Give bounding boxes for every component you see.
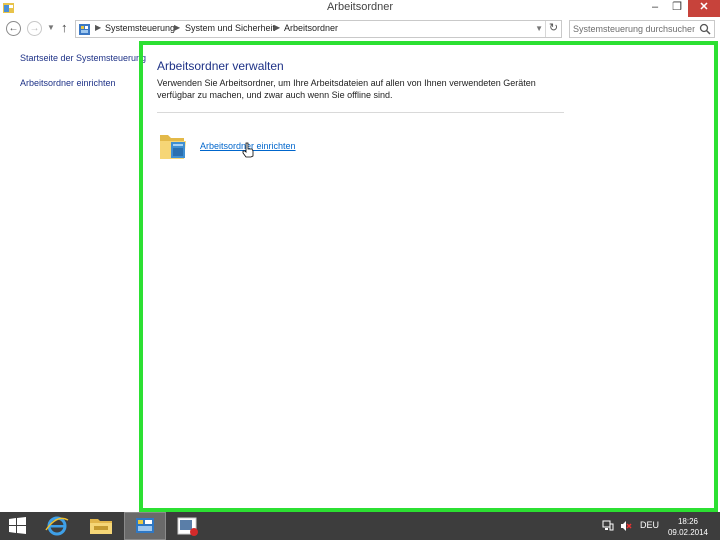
breadcrumb-separator[interactable]: ▶ xyxy=(174,23,180,32)
page-title: Arbeitsordner verwalten xyxy=(157,59,284,73)
input-language-indicator[interactable]: DEU xyxy=(640,520,659,530)
taskbar-control-panel[interactable] xyxy=(124,512,166,540)
control-panel-icon xyxy=(136,518,154,533)
window-title: Arbeitsordner xyxy=(326,1,394,13)
sidebar-item-startseite[interactable]: Startseite der Systemsteuerung xyxy=(20,53,146,63)
start-icon xyxy=(9,517,26,534)
network-icon[interactable] xyxy=(602,520,614,532)
up-button[interactable]: ↑ xyxy=(61,20,68,35)
control-panel-icon xyxy=(79,24,90,35)
title-bar: Arbeitsordner – ❐ ✕ xyxy=(0,0,720,17)
taskbar-recorder[interactable] xyxy=(168,512,208,540)
breadcrumb-separator[interactable]: ▶ xyxy=(274,23,280,32)
start-button[interactable] xyxy=(0,512,36,540)
hand-cursor-icon xyxy=(242,142,254,158)
navigation-bar: ← → ▼ ↑ ▶ Systemsteuerung ▶ System und S… xyxy=(0,18,720,40)
chevron-down-icon: ▼ xyxy=(47,23,55,32)
search-box[interactable] xyxy=(569,20,715,38)
divider xyxy=(157,112,564,113)
clock[interactable]: 18:26 09.02.2014 xyxy=(666,516,710,538)
main-content: Arbeitsordner verwalten Verwenden Sie Ar… xyxy=(139,41,718,512)
chevron-down-icon: ▼ xyxy=(535,24,543,33)
sidebar-item-arbeitsordner-einrichten[interactable]: Arbeitsordner einrichten xyxy=(20,78,116,88)
breadcrumb-system-und-sicherheit[interactable]: System und Sicherheit xyxy=(185,23,275,33)
address-bar[interactable]: ▶ Systemsteuerung ▶ System und Sicherhei… xyxy=(75,20,562,38)
clock-time: 18:26 xyxy=(677,517,699,526)
left-navigation-pane: Startseite der Systemsteuerung Arbeitsor… xyxy=(0,41,146,510)
refresh-icon: ↻ xyxy=(548,22,559,34)
recent-locations-button[interactable]: ▼ xyxy=(47,23,55,32)
back-button[interactable]: ← xyxy=(6,21,21,36)
arrow-right-icon: → xyxy=(29,23,40,34)
search-input[interactable] xyxy=(573,22,695,36)
arrow-left-icon: ← xyxy=(8,23,19,34)
address-dropdown-button[interactable]: ▼ xyxy=(535,24,543,33)
taskbar-file-explorer[interactable] xyxy=(84,512,118,540)
breadcrumb-arbeitsordner[interactable]: Arbeitsordner xyxy=(284,23,338,33)
breadcrumb-separator: ▶ xyxy=(95,23,102,32)
search-icon[interactable] xyxy=(699,23,711,35)
internet-explorer-icon xyxy=(45,516,69,536)
close-button[interactable]: ✕ xyxy=(688,0,720,17)
forward-button[interactable]: → xyxy=(27,21,42,36)
refresh-button[interactable]: ↻ xyxy=(545,21,561,37)
arrow-up-icon: ↑ xyxy=(61,20,68,35)
breadcrumb-systemsteuerung[interactable]: Systemsteuerung xyxy=(105,23,175,33)
page-description: Verwenden Sie Arbeitsordner, um Ihre Arb… xyxy=(157,78,536,100)
file-explorer-icon xyxy=(90,519,112,534)
clock-date: 09.02.2014 xyxy=(667,528,709,537)
work-folders-icon[interactable] xyxy=(158,129,188,161)
volume-muted-icon[interactable] xyxy=(620,520,632,532)
taskbar-internet-explorer[interactable] xyxy=(40,512,74,540)
minimize-button[interactable]: – xyxy=(644,0,666,17)
recorder-icon xyxy=(177,517,198,536)
maximize-button[interactable]: ❐ xyxy=(666,0,688,17)
